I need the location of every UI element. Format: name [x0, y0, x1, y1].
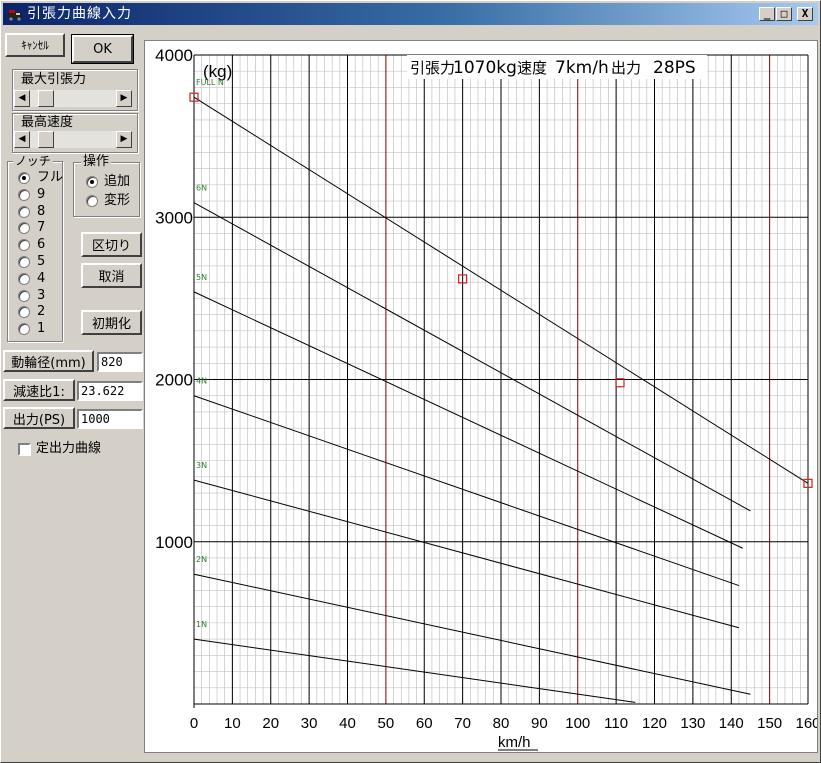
section-button[interactable]: 区切り — [81, 232, 142, 257]
main-window: 引張力曲線入力 _ □ X ｷｬﾝｾﾙ OK 最大引張力 ◀ ▶ 最高速度 ◀ … — [0, 0, 821, 763]
operation-group-label: 操作 — [81, 154, 112, 169]
output-ps-button[interactable]: 出力(PS) — [3, 407, 75, 429]
notch-label-0: フル — [37, 170, 64, 185]
minimize-button[interactable]: _ — [759, 7, 775, 21]
arrow-right-icon[interactable]: ▶ — [116, 90, 132, 107]
undo-button[interactable]: 取消 — [81, 263, 142, 288]
chart-panel[interactable]: 1000 2000 3000 4000 0 10 20 30 40 50 60 70 80 90 100 11… — [144, 40, 821, 753]
x-tick-label: 120 — [642, 715, 667, 732]
series-line-5 — [193, 573, 751, 695]
y-tick-label: 4000 — [155, 46, 193, 65]
status-power-label: 出力 — [611, 59, 641, 77]
x-tick-label: 150 — [757, 715, 782, 732]
x-tick-label: 60 — [416, 715, 433, 732]
status-tension-value: 1070kg — [453, 58, 517, 78]
operation-label-0: 追加 — [104, 174, 131, 189]
x-tick-label: 50 — [378, 715, 395, 732]
notch-radio-7[interactable] — [18, 289, 30, 302]
notch-radio-2[interactable] — [18, 205, 30, 218]
x-tick-label: 40 — [339, 715, 356, 732]
y-tick-label: 2000 — [155, 371, 193, 390]
series-label-4: 3N — [196, 461, 207, 470]
wheel-diameter-button[interactable]: 動輪径(mm) — [3, 350, 94, 372]
x-axis-label: km/h — [498, 734, 531, 751]
x-tick-label: 70 — [454, 715, 471, 732]
x-tick-label: 0 — [190, 715, 198, 732]
notch-label-8: 2 — [37, 304, 46, 320]
notch-group — [7, 161, 63, 342]
x-tick-label: 130 — [680, 715, 705, 732]
series-label-2: 5N — [196, 273, 207, 282]
notch-label-9: 1 — [37, 321, 46, 337]
notch-label-3: 7 — [37, 220, 46, 236]
series-line-3 — [193, 395, 740, 587]
slider-thumb[interactable] — [38, 90, 55, 107]
x-tick-label: 80 — [493, 715, 510, 732]
series-line-2 — [193, 291, 743, 549]
status-power-value: 28PS — [653, 58, 696, 78]
notch-label-7: 3 — [37, 287, 46, 303]
notch-label-2: 8 — [37, 203, 46, 219]
cancel-button[interactable]: ｷｬﾝｾﾙ — [5, 33, 65, 57]
status-tension-label: 引張力 — [410, 59, 455, 77]
x-tick-label: 110 — [604, 715, 628, 732]
status-speed-label: 速度 — [517, 59, 547, 77]
series-label-5: 2N — [196, 555, 207, 564]
title-bar[interactable]: 引張力曲線入力 _ □ X — [3, 3, 818, 25]
notch-label-6: 4 — [37, 270, 46, 286]
x-tick-label: 20 — [262, 715, 279, 732]
notch-label-4: 6 — [37, 237, 46, 253]
reduction-ratio-button[interactable]: 減速比1: — [3, 379, 75, 401]
window-title: 引張力曲線入力 — [27, 6, 132, 22]
app-icon — [8, 10, 22, 21]
wheel-diameter-field[interactable]: 820 — [97, 352, 143, 372]
arrow-right-icon[interactable]: ▶ — [116, 131, 132, 148]
max-speed-label: 最高速度 — [19, 115, 76, 130]
notch-radio-1[interactable] — [18, 188, 30, 201]
max-speed-slider[interactable]: ◀ ▶ — [14, 131, 132, 148]
constant-output-label: 定出力曲線 — [36, 441, 102, 456]
y-tick-label: 1000 — [155, 533, 193, 552]
x-tick-label: 10 — [224, 715, 241, 732]
operation-group — [73, 162, 140, 217]
tractive-effort-chart[interactable]: 1000 2000 3000 4000 0 10 20 30 40 50 60 70 80 90 100 11… — [145, 41, 820, 752]
series-line-4 — [193, 479, 740, 629]
operation-label-1: 変形 — [104, 193, 131, 208]
arrow-left-icon[interactable]: ◀ — [14, 131, 30, 148]
slider-thumb[interactable] — [38, 131, 55, 148]
reduction-ratio-field[interactable]: 23.622 — [77, 381, 143, 401]
operation-radio-0[interactable] — [86, 176, 98, 188]
notch-radio-5[interactable] — [18, 256, 30, 268]
initialize-button[interactable]: 初期化 — [81, 310, 142, 335]
maximize-button[interactable]: □ — [776, 7, 792, 21]
series-line-6 — [193, 638, 636, 703]
max-tension-label: 最大引張力 — [19, 72, 89, 87]
max-tension-slider[interactable]: ◀ ▶ — [14, 90, 132, 107]
close-button[interactable]: X — [797, 7, 813, 21]
notch-group-label: ノッチ — [13, 154, 53, 168]
notch-radio-0[interactable] — [18, 172, 30, 184]
y-tick-label: 3000 — [155, 208, 193, 227]
operation-radio-1[interactable] — [86, 195, 98, 207]
notch-label-5: 5 — [37, 254, 46, 269]
x-tick-label: 140 — [719, 715, 744, 732]
x-tick-label: 90 — [531, 715, 548, 732]
x-tick-label: 30 — [301, 715, 318, 732]
series-line-1 — [193, 202, 751, 512]
series-label-3: 4N — [196, 377, 207, 386]
notch-label-1: 9 — [37, 186, 46, 202]
x-tick-label: 100 — [565, 715, 590, 732]
constant-output-checkbox[interactable] — [18, 443, 31, 456]
series-label-1: 6N — [196, 184, 207, 193]
series-label-0: FULL N — [196, 78, 224, 87]
arrow-left-icon[interactable]: ◀ — [14, 90, 30, 107]
notch-radio-6[interactable] — [18, 272, 30, 285]
status-speed-value: 7km/h — [555, 58, 609, 78]
x-tick-label: 160 — [795, 715, 817, 732]
ok-button[interactable]: OK — [71, 34, 134, 64]
output-ps-field[interactable]: 1000 — [77, 409, 143, 429]
series-label-6: 1N — [196, 620, 207, 629]
